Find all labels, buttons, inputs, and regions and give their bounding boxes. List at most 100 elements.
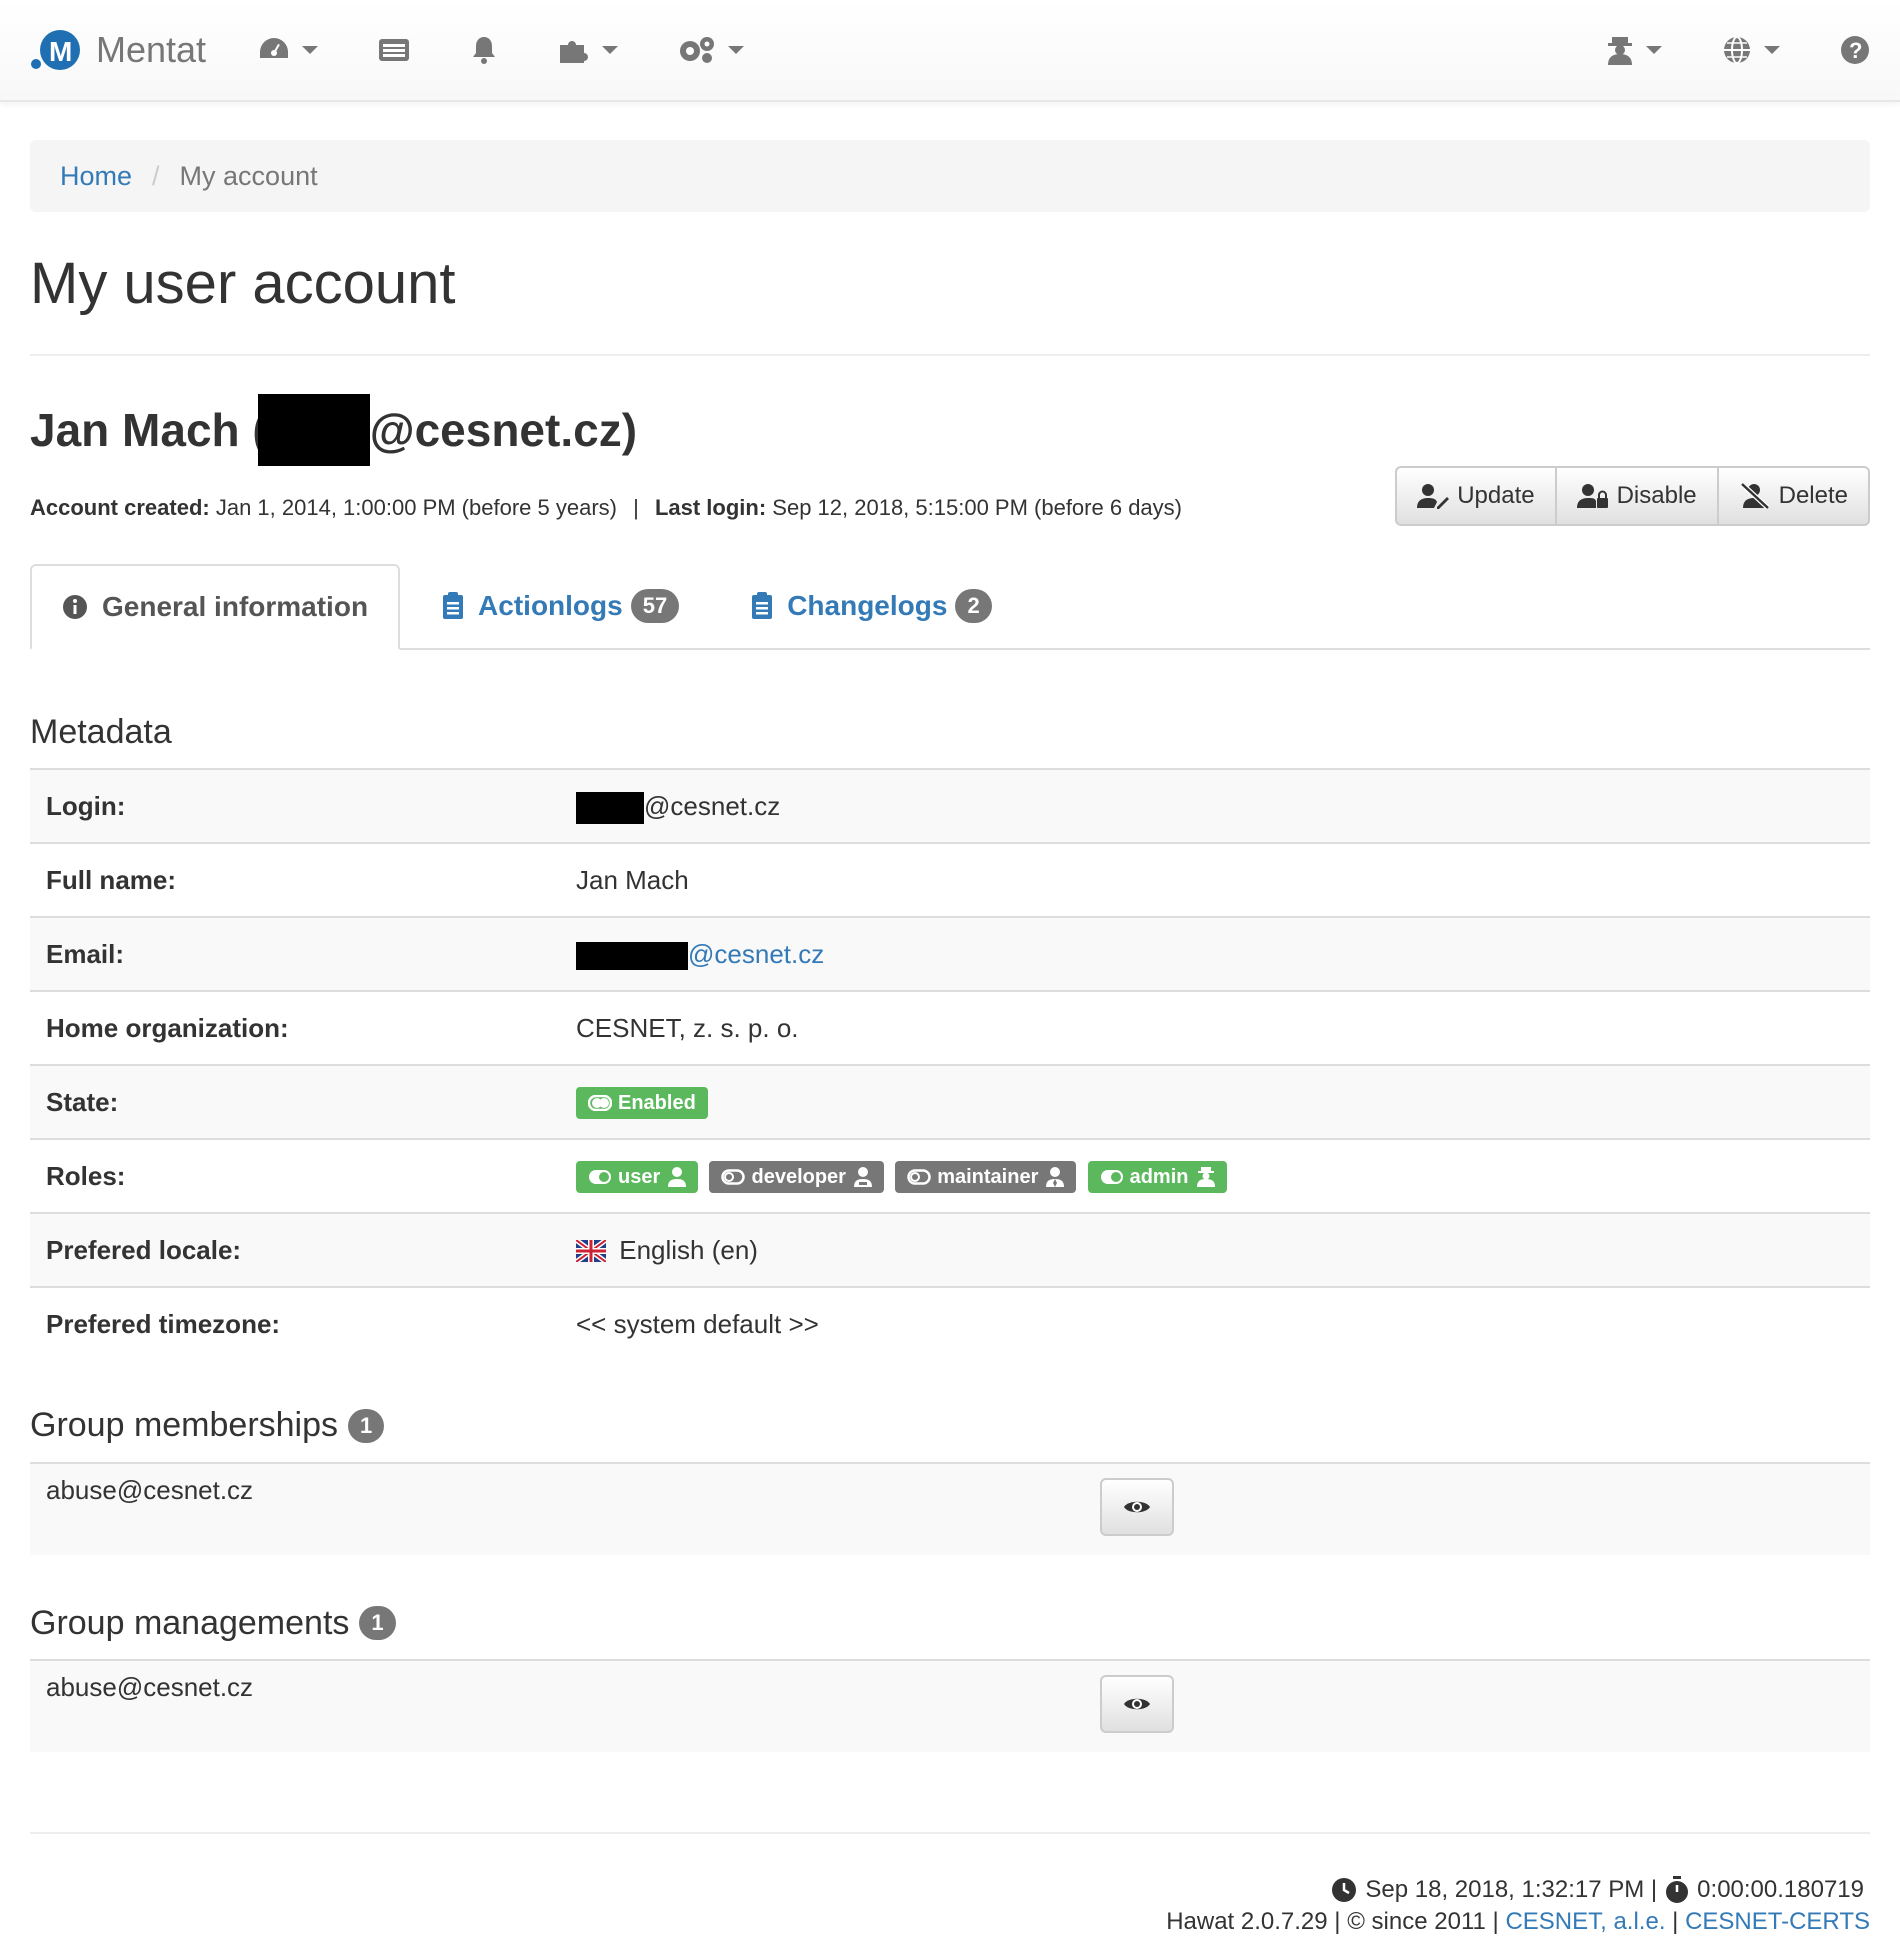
user-slash-icon [1739, 482, 1770, 509]
table-row: Login: @cesnet.cz [30, 768, 1870, 844]
toggle-off-icon [907, 1169, 931, 1185]
view-management-button[interactable] [1100, 1675, 1174, 1734]
email-link[interactable]: @cesnet.cz [688, 939, 824, 969]
managements-count-badge: 1 [359, 1606, 396, 1641]
timezone-label: Prefered timezone: [30, 1286, 560, 1362]
login-value: @cesnet.cz [644, 790, 781, 821]
management-group-name: abuse@cesnet.cz [46, 1672, 254, 1703]
table-row: State: Enabled [30, 1064, 1870, 1140]
toggle-on-icon [589, 1169, 611, 1184]
brand-name: Mentat [96, 29, 207, 71]
tab-actionlogs[interactable]: Actionlogs 57 [412, 564, 709, 648]
footer-credits: Hawat 2.0.7.29 | © since 2011 | CESNET, … [30, 1906, 1870, 1937]
globe-icon [1724, 36, 1750, 64]
email-label: Email: [30, 916, 560, 992]
changelogs-count-badge: 2 [955, 588, 992, 623]
membership-cell: abuse@cesnet.cz [30, 1461, 1870, 1555]
account-actions: Update Disable Delete [1395, 465, 1870, 526]
fullname-value: Jan Mach [560, 842, 1870, 918]
footer-duration: 0:00:00.180719 [1697, 1876, 1864, 1904]
redacted-block [257, 393, 370, 466]
login-label: Login: [30, 768, 560, 844]
tab-changelogs-label: Changelogs [787, 589, 948, 621]
clipboard-list-icon [443, 591, 464, 619]
info-circle-icon [63, 594, 87, 619]
dashboards-menu[interactable] [258, 0, 319, 100]
table-row: Prefered locale: English (en) [30, 1212, 1870, 1288]
tab-changelogs[interactable]: Changelogs 2 [721, 564, 1021, 648]
brand-link[interactable]: M Mentat [30, 24, 206, 75]
table-row: Home organization: CESNET, z. s. p. o. [30, 990, 1870, 1066]
events-menu[interactable] [378, 0, 410, 100]
fullname-label: Full name: [30, 842, 560, 918]
table-row: abuse@cesnet.cz [30, 1659, 1870, 1753]
last-login-label: Last login: [654, 494, 767, 520]
eye-icon [1124, 1501, 1150, 1513]
help-menu[interactable]: ? [1840, 0, 1870, 100]
user-edit-icon [1417, 483, 1450, 509]
last-login-value: Sep 12, 2018, 5:15:00 PM (before 6 days) [772, 494, 1182, 520]
mentat-logo-icon: M [31, 29, 80, 70]
delete-button[interactable]: Delete [1716, 465, 1870, 526]
managements-heading: Group managements 1 [30, 1599, 1870, 1648]
email-value-cell: @cesnet.cz [560, 916, 1870, 992]
gears-icon [680, 37, 715, 63]
user-tie-icon [1046, 1166, 1065, 1187]
toggle-on-icon [588, 1094, 612, 1111]
cesnet-link[interactable]: CESNET, a.l.e. [1505, 1906, 1665, 1937]
view-membership-button[interactable] [1100, 1477, 1174, 1536]
role-badge-user: user [576, 1160, 699, 1193]
tab-general-information[interactable]: General information [30, 563, 401, 650]
update-button[interactable]: Update [1395, 465, 1557, 526]
metadata-heading: Metadata [30, 712, 172, 751]
role-badge-developer: developer [709, 1160, 884, 1193]
user-name-prefix: Jan Mach ( [30, 403, 268, 456]
metadata-table: Login: @cesnet.cz Full name: Jan Mach Em… [30, 768, 1870, 1362]
redacted-block [576, 791, 644, 824]
user-title: Jan Mach ( @cesnet.cz) [30, 393, 1870, 466]
cesnet-certs-link[interactable]: CESNET-CERTS [1685, 1906, 1870, 1937]
actionlogs-count-badge: 57 [630, 588, 680, 623]
footer-timestamp: Sep 18, 2018, 1:32:17 PM | [1365, 1876, 1658, 1904]
locale-label: Prefered locale: [30, 1212, 560, 1288]
user-secret-icon [1608, 37, 1632, 65]
modules-menu[interactable] [558, 0, 619, 100]
memberships-heading: Group memberships 1 [30, 1401, 1870, 1450]
user-secret-icon [1196, 1166, 1215, 1187]
breadcrumb-separator: / [152, 160, 160, 191]
user-menu[interactable] [1606, 0, 1662, 100]
dashboard-icon [260, 38, 289, 58]
tab-actionlogs-label: Actionlogs [478, 589, 623, 621]
administration-menu[interactable] [678, 0, 745, 100]
update-label: Update [1457, 481, 1535, 509]
notifications-menu[interactable] [470, 0, 498, 100]
svg-text:M: M [49, 36, 72, 67]
created-label: Account created: [30, 494, 210, 520]
role-badge-admin: admin [1087, 1160, 1227, 1193]
role-badge-maintainer: maintainer [895, 1160, 1077, 1193]
toggle-off-icon [721, 1169, 746, 1185]
state-value-cell: Enabled [560, 1064, 1870, 1140]
user-cog-icon [853, 1166, 872, 1187]
uk-flag-icon [574, 1237, 608, 1264]
footer: Sep 18, 2018, 1:32:17 PM | 0:00:00.18071… [30, 1832, 1870, 1936]
table-row: Prefered timezone: << system default >> [30, 1286, 1870, 1362]
language-menu[interactable] [1722, 0, 1780, 100]
disable-button[interactable]: Disable [1554, 465, 1719, 526]
roles-label: Roles: [30, 1138, 560, 1214]
main-container: Home / My account My user account Jan Ma… [0, 140, 1900, 1937]
delete-label: Delete [1778, 481, 1848, 509]
state-badge: Enabled [576, 1086, 708, 1119]
tab-general-label: General information [102, 590, 369, 622]
memberships-table: abuse@cesnet.cz [30, 1461, 1870, 1555]
created-value: Jan 1, 2014, 1:00:00 PM (before 5 years) [215, 494, 617, 520]
membership-group-name: abuse@cesnet.cz [46, 1474, 254, 1505]
locale-value-cell: English (en) [560, 1212, 1870, 1288]
redacted-block [576, 941, 688, 970]
breadcrumb: Home / My account [30, 140, 1870, 212]
disable-label: Disable [1616, 481, 1697, 509]
roles-value-cell: user developer maintainer admin [560, 1138, 1870, 1214]
breadcrumb-home[interactable]: Home [60, 157, 132, 196]
navbar: M Mentat ? [0, 0, 1900, 102]
eye-icon [1124, 1699, 1150, 1710]
